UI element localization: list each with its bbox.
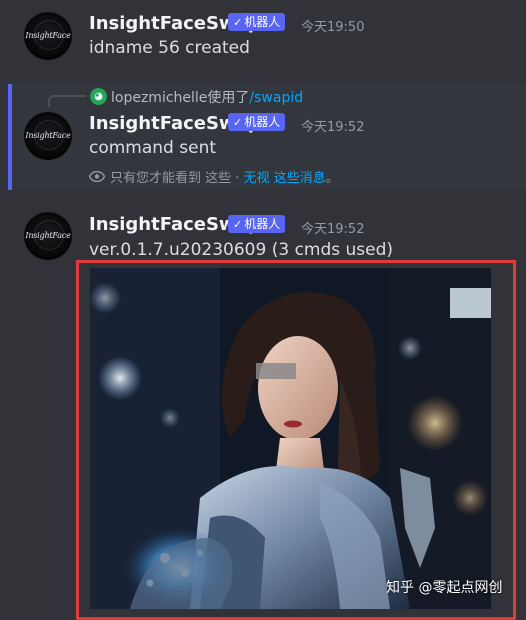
avatar-logo: InsightFace (25, 31, 71, 40)
timestamp[interactable]: 今天19:52 (301, 218, 364, 237)
reply-command[interactable]: /swapid (249, 90, 303, 106)
timestamp[interactable]: 今天19:50 (301, 16, 364, 35)
bot-avatar[interactable]: InsightFace (24, 12, 72, 60)
bot-badge: ✓ 机器人 (228, 13, 286, 31)
dismiss-link[interactable]: 无视 (244, 171, 270, 186)
checkmark-icon: ✓ (233, 116, 243, 129)
bot-badge-label: 机器人 (244, 217, 281, 231)
watermark: 知乎 @零起点网创 (386, 580, 503, 596)
ephemeral-period: 。 (325, 171, 339, 186)
bot-badge-label: 机器人 (244, 115, 281, 129)
checkmark-icon: ✓ (233, 16, 243, 29)
checkmark-icon: ✓ (233, 218, 243, 231)
highlight-frame (76, 260, 516, 620)
bot-badge: ✓ 机器人 (228, 215, 286, 233)
reply-username[interactable]: lopezmichelle (111, 90, 207, 106)
reply-reference[interactable]: lopezmichelle使用了/swapid (111, 87, 303, 107)
eye-icon (88, 170, 106, 186)
reply-connector (48, 95, 86, 107)
bot-avatar[interactable]: InsightFace (24, 212, 72, 260)
ephemeral-notice: 只有您才能看到 这些 · 无视 这些消息。 (88, 167, 339, 186)
message-text: command sent (89, 138, 217, 158)
bot-badge: ✓ 机器人 (228, 113, 286, 131)
message-text: idname 56 created (89, 38, 250, 58)
dismiss-messages-link[interactable]: 这些消息 (274, 171, 326, 186)
timestamp[interactable]: 今天19:52 (301, 116, 364, 135)
message-text: ver.0.1.7.u20230609 (3 cmds used) (89, 240, 394, 260)
bot-avatar[interactable]: InsightFace (24, 112, 72, 160)
reply-action: 使用了 (207, 90, 250, 106)
message-highlight-bar (8, 84, 12, 190)
discord-icon: ◕ (90, 88, 107, 105)
bot-badge-label: 机器人 (244, 15, 281, 29)
avatar-logo: InsightFace (25, 131, 71, 140)
avatar-logo: InsightFace (25, 231, 71, 240)
ephemeral-text: 只有您才能看到 这些 · (110, 171, 244, 186)
